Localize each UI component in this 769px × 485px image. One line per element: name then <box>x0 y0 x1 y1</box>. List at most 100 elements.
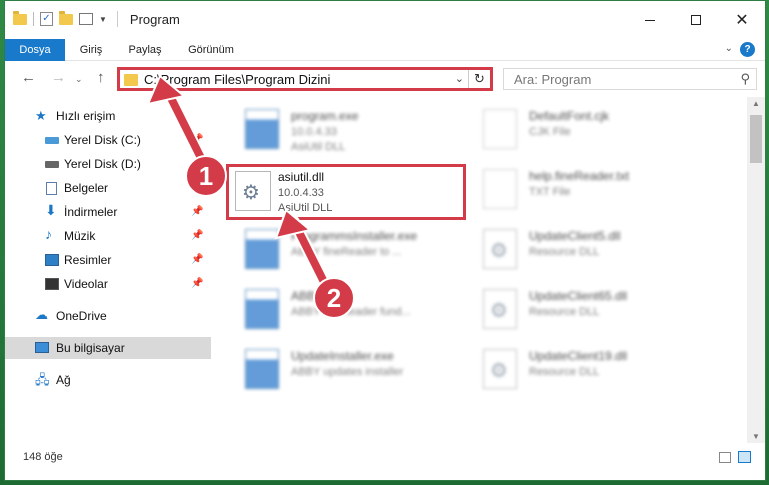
title-separator <box>116 11 118 27</box>
sidebar-item-videos[interactable]: Videolar 📌 <box>5 273 211 295</box>
cloud-icon: ☁ <box>35 307 48 322</box>
highlighted-file-asiutil[interactable]: asiutil.dll 10.0.4.33 AsiUtil DLL <box>226 164 466 220</box>
tab-share[interactable]: Paylaş <box>117 39 173 61</box>
file-explorer-window: ✓ ▼ Program ✕ Dosya Giriş Paylaş Görünüm… <box>4 0 766 481</box>
file-tile[interactable]: UpdateClient5.dll Resource DLL <box>473 225 703 277</box>
sidebar-item-local-disk-c[interactable]: Yerel Disk (C:) 📌 <box>5 129 211 151</box>
address-bar[interactable]: C:\Program Files\Program Dizini ⌄ ↻ <box>117 67 493 91</box>
pin-icon[interactable]: 📌 <box>191 206 203 217</box>
file-tile[interactable]: program.exe 10.0.4.33 AsiUtil DLL <box>235 105 465 157</box>
search-placeholder[interactable]: Ara: Program <box>514 72 591 87</box>
address-folder-icon <box>124 74 138 86</box>
toolbar-separator <box>33 12 34 26</box>
vertical-scrollbar[interactable]: ▲ ▼ <box>747 97 765 443</box>
maximize-icon <box>691 15 701 25</box>
star-icon: ★ <box>35 108 47 123</box>
file-name: ABBYY.exe <box>291 289 353 303</box>
item-count: 148 öğe <box>23 451 63 463</box>
new-folder-icon[interactable] <box>59 10 73 25</box>
document-icon <box>46 182 57 195</box>
sidebar-item-quick-access[interactable]: ★ Hızlı erişim <box>5 105 211 127</box>
sidebar-item-onedrive[interactable]: ☁ OneDrive <box>5 305 211 327</box>
search-box[interactable]: Ara: Program ⚲ <box>503 68 757 90</box>
file-name: UpdateInstaller.exe <box>291 349 394 363</box>
file-name: UpdateClient5.dll <box>529 229 621 243</box>
tab-view[interactable]: Görünüm <box>175 39 247 61</box>
up-arrow-icon[interactable]: ↑ <box>97 69 105 86</box>
forward-arrow-icon[interactable]: → <box>51 69 66 86</box>
file-tile[interactable]: help.fineReader.txt TXT File <box>473 165 703 217</box>
minimize-button[interactable] <box>627 1 673 39</box>
sidebar-item-label: Müzik <box>64 229 96 243</box>
sidebar-item-music[interactable]: ♪ Müzik 📌 <box>5 225 211 247</box>
tab-file[interactable]: Dosya <box>5 39 65 61</box>
pin-icon[interactable]: 📌 <box>191 182 203 193</box>
sidebar-item-network[interactable]: 🖧 Ağ <box>5 369 211 391</box>
exe-file-icon <box>245 229 279 269</box>
file-name: ProgrammsInstaller.exe <box>291 229 418 243</box>
scroll-thumb[interactable] <box>750 115 762 163</box>
computer-icon <box>35 342 49 353</box>
scroll-down-icon[interactable]: ▼ <box>747 432 765 441</box>
file-description: AsiUtil DLL <box>291 141 346 153</box>
dll-file-icon <box>483 349 517 389</box>
toolbar-dropdown-icon[interactable]: ▼ <box>99 15 107 24</box>
pin-icon[interactable]: 📌 <box>191 254 203 265</box>
dll-gear-icon <box>235 171 271 211</box>
sidebar-item-label: Videolar <box>64 277 108 291</box>
file-tile[interactable]: UpdateInstaller.exe ABBY updates install… <box>235 345 465 397</box>
refresh-icon[interactable]: ↻ <box>468 70 490 88</box>
file-name: asiutil.dll <box>278 170 325 184</box>
pin-icon[interactable]: 📌 <box>191 134 203 145</box>
file-icon <box>483 109 517 149</box>
scroll-up-icon[interactable]: ▲ <box>747 99 765 108</box>
file-tile[interactable]: ABBYY.exe ABBY fineReader fund... <box>235 285 465 337</box>
sidebar-item-pictures[interactable]: Resimler 📌 <box>5 249 211 271</box>
ribbon-expand-chevron-icon[interactable]: ⌄ <box>725 43 733 54</box>
close-button[interactable]: ✕ <box>719 1 765 39</box>
pin-icon[interactable]: 📌 <box>191 278 203 289</box>
file-tile[interactable]: DefaultFont.cjk CJK File <box>473 105 703 157</box>
sidebar-item-label: OneDrive <box>56 309 107 323</box>
file-name: program.exe <box>291 109 359 123</box>
tiles-view-icon[interactable] <box>738 451 751 463</box>
properties-icon[interactable] <box>79 13 93 25</box>
sidebar-item-documents[interactable]: Belgeler 📌 <box>5 177 211 199</box>
sidebar-item-label: Resimler <box>64 253 112 267</box>
videos-icon <box>45 278 59 290</box>
maximize-button[interactable] <box>673 1 719 39</box>
window-title: Program <box>129 11 180 27</box>
pin-icon[interactable]: 📌 <box>191 158 203 169</box>
help-icon[interactable]: ? <box>740 42 755 57</box>
sidebar-item-label: Hızlı erişim <box>56 109 116 123</box>
recent-locations-chevron-icon[interactable]: ⌄ <box>75 74 83 85</box>
search-icon[interactable]: ⚲ <box>740 71 750 87</box>
back-arrow-icon[interactable]: ← <box>21 69 36 86</box>
sidebar-item-this-pc[interactable]: Bu bilgisayar <box>5 337 211 359</box>
address-path[interactable]: C:\Program Files\Program Dizini <box>144 72 330 87</box>
sidebar-item-label: Bu bilgisayar <box>56 341 125 355</box>
download-icon: ⬇ <box>45 202 57 218</box>
quick-access-toolbar: ✓ ▼ Program <box>13 10 180 27</box>
file-tile[interactable]: ProgrammsInstaller.exe ABBY fineReader t… <box>235 225 465 277</box>
file-tile[interactable]: UpdateClient19.dll Resource DLL <box>473 345 703 397</box>
folder-icon <box>13 10 27 25</box>
address-dropdown-icon[interactable]: ⌄ <box>455 72 464 85</box>
properties-check-icon[interactable]: ✓ <box>40 12 53 26</box>
exe-file-icon <box>245 349 279 389</box>
minimize-icon <box>645 19 655 21</box>
details-view-icon[interactable] <box>719 452 731 463</box>
sidebar-item-downloads[interactable]: ⬇ İndirmeler 📌 <box>5 201 211 223</box>
file-type: Resource DLL <box>529 246 600 258</box>
pin-icon[interactable]: 📌 <box>191 230 203 241</box>
file-type: CJK File <box>529 126 571 138</box>
sidebar-item-label: Belgeler <box>64 181 109 195</box>
file-name: UpdateClient19.dll <box>529 349 628 363</box>
file-tile[interactable]: UpdateClient65.dll Resource DLL <box>473 285 703 337</box>
tab-home[interactable]: Giriş <box>65 39 117 61</box>
file-description: ABBY fineReader to ... <box>291 246 402 258</box>
close-icon: ✕ <box>735 12 749 29</box>
sidebar-item-local-disk-d[interactable]: Yerel Disk (D:) 📌 <box>5 153 211 175</box>
file-type: Resource DLL <box>529 306 600 318</box>
text-file-icon <box>483 169 517 209</box>
